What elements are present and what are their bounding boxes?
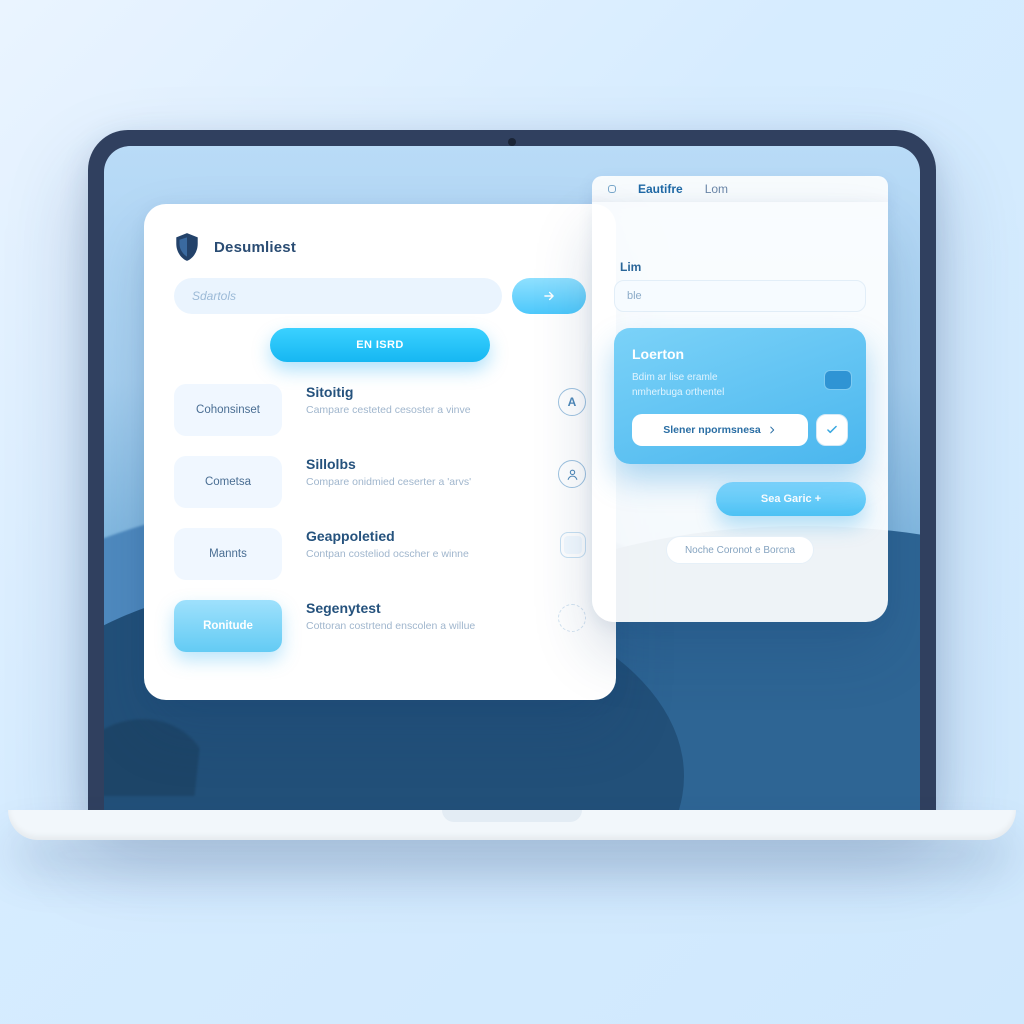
laptop-base <box>8 810 1016 840</box>
check-icon <box>825 423 839 437</box>
item-badge-checkbox[interactable] <box>560 532 586 558</box>
item-title: Sillolbs <box>306 456 534 472</box>
item-subtitle: Compare onidmied ceserter a 'arvs' <box>306 476 534 488</box>
side-field-input[interactable] <box>614 280 866 312</box>
profile-outline-icon <box>566 468 579 481</box>
item-title: Segenytest <box>306 600 534 616</box>
tab-0[interactable]: Eautifre <box>638 182 683 196</box>
item-title: Geappoletied <box>306 528 536 544</box>
promo-description: Bdim ar lise eramle nmherbuga orthentel <box>632 370 848 400</box>
item-badge-a[interactable]: A <box>558 388 586 416</box>
promo-confirm-button[interactable] <box>816 414 848 446</box>
right-panel-tabs: Eautifre Lom <box>592 176 888 202</box>
category-chip-2[interactable]: Mannts <box>174 528 282 580</box>
category-chip-1[interactable]: Cometsa <box>174 456 282 508</box>
list-item: Ronitude Segenytest Cottoran costrtend e… <box>174 600 586 652</box>
arrow-icon <box>542 289 556 303</box>
side-panel: Lim Loerton Bdim ar lise eramle nmherbug… <box>592 202 888 622</box>
item-title: Sitoitig <box>306 384 534 400</box>
field-label: Lim <box>620 260 866 274</box>
laptop-frame: Eautifre Lom Desumliest EN ISRD <box>88 130 936 810</box>
search-submit-button[interactable] <box>512 278 586 314</box>
item-subtitle: Cottoran costrtend enscolen a willue <box>306 620 534 632</box>
list-item: Cohonsinset Sitoitig Campare cesteted ce… <box>174 384 586 436</box>
tab-indicator-icon <box>608 185 616 193</box>
tab-1[interactable]: Lom <box>705 182 728 196</box>
footer-hint: Noche Coronot e Borcna <box>666 536 814 564</box>
item-subtitle: Campare cesteted cesoster a vinve <box>306 404 534 416</box>
main-panel: Desumliest EN ISRD Cohonsinset Sitoitig … <box>144 204 616 700</box>
side-secondary-button[interactable]: Sea Garic + <box>716 482 866 516</box>
list-item: Mannts Geappoletied Contpan costeliod oc… <box>174 528 586 580</box>
item-badge-profile[interactable] <box>558 460 586 488</box>
category-list: Cohonsinset Sitoitig Campare cesteted ce… <box>174 384 586 652</box>
desktop-wallpaper: Eautifre Lom Desumliest EN ISRD <box>104 146 920 810</box>
item-badge-empty[interactable] <box>558 604 586 632</box>
camera-dot <box>508 138 516 146</box>
brand-title: Desumliest <box>214 239 296 256</box>
category-chip-0[interactable]: Cohonsinset <box>174 384 282 436</box>
list-item: Cometsa Sillolbs Compare onidmied cesert… <box>174 456 586 508</box>
promo-card: Loerton Bdim ar lise eramle nmherbuga or… <box>614 328 866 464</box>
brand: Desumliest <box>174 232 586 262</box>
shield-icon <box>174 232 200 262</box>
promo-heading: Loerton <box>632 346 848 362</box>
category-chip-3[interactable]: Ronitude <box>174 600 282 652</box>
primary-action-button[interactable]: EN ISRD <box>270 328 490 362</box>
promo-action-button[interactable]: Slener npormsnesa <box>632 414 808 446</box>
mini-thumb-icon <box>824 370 852 390</box>
item-subtitle: Contpan costeliod ocscher e winne <box>306 548 536 560</box>
search-input[interactable] <box>174 278 502 314</box>
trackpad-notch <box>442 810 582 822</box>
chevron-right-icon <box>767 425 777 435</box>
